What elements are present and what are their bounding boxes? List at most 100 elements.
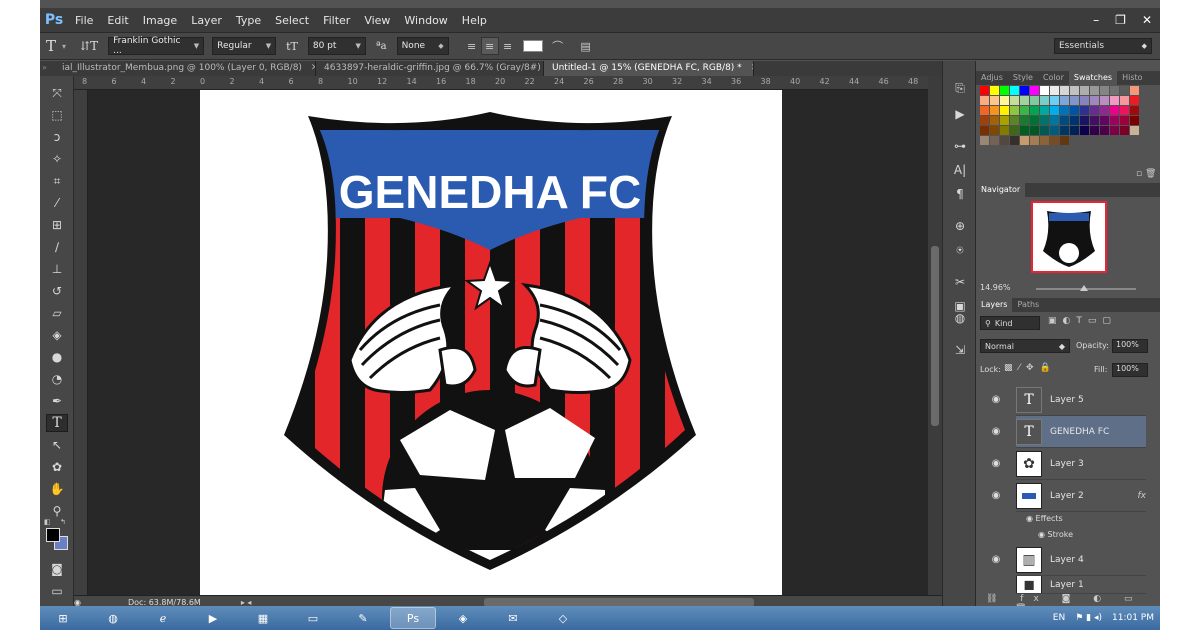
foreground-color-swatch[interactable]: [46, 528, 60, 542]
swatch[interactable]: [1030, 116, 1039, 125]
swatch[interactable]: [1000, 86, 1009, 95]
swatch[interactable]: [1050, 126, 1059, 135]
layer-kind-filter[interactable]: ⚲ Kind: [980, 316, 1040, 330]
swatch[interactable]: [1050, 106, 1059, 115]
swatch[interactable]: [1040, 136, 1049, 145]
swatch[interactable]: [990, 136, 999, 145]
minimize-button[interactable]: –: [1093, 13, 1099, 27]
glyphs-icon[interactable]: ⍟: [949, 241, 971, 259]
vertical-scrollbar[interactable]: [928, 76, 942, 596]
history-brush-tool-icon[interactable]: ↺: [46, 282, 68, 300]
layer-row-genedha-fc[interactable]: ◉ T GENEDHA FC: [992, 416, 1146, 448]
visibility-eye-icon[interactable]: ◉: [980, 384, 1012, 416]
swatch[interactable]: [1010, 86, 1019, 95]
slider-knob[interactable]: [1080, 285, 1088, 291]
font-size-select[interactable]: 80 pt ▼: [307, 37, 366, 55]
swatch[interactable]: [1090, 86, 1099, 95]
screen-mode-icon[interactable]: ▭: [46, 582, 68, 600]
swatch[interactable]: [1070, 106, 1079, 115]
calendar-taskbar-icon[interactable]: ▦: [240, 607, 286, 629]
tab-histogram[interactable]: Histo: [1117, 71, 1147, 85]
default-colors-icon[interactable]: ◧: [44, 518, 51, 526]
swatch[interactable]: [980, 96, 989, 105]
type-tool-icon[interactable]: T: [46, 414, 68, 432]
visibility-eye-icon[interactable]: ◉: [980, 448, 1012, 480]
swatch[interactable]: [1060, 96, 1069, 105]
tool-presets-icon[interactable]: ✂: [949, 273, 971, 291]
scrollbar-thumb[interactable]: [931, 246, 939, 426]
swatch[interactable]: [1030, 136, 1039, 145]
swatch[interactable]: [1000, 116, 1009, 125]
layer-row-layer-4[interactable]: ◉ ▥ Layer 4: [992, 544, 1146, 576]
hand-tool-icon[interactable]: ✋: [46, 480, 68, 498]
swatch[interactable]: [1090, 96, 1099, 105]
color-swatches[interactable]: ◧ ↰: [44, 518, 70, 550]
menu-view[interactable]: View: [357, 14, 397, 27]
swatch[interactable]: [1000, 106, 1009, 115]
visibility-eye-icon[interactable]: ◉: [980, 416, 1012, 448]
tab-color[interactable]: Color: [1038, 71, 1069, 85]
tab-styles[interactable]: Style: [1008, 71, 1038, 85]
swatch[interactable]: [1130, 126, 1139, 135]
layer-name[interactable]: Layer 1: [1050, 580, 1084, 590]
team-crest-logo[interactable]: GENEDHA FC: [200, 90, 782, 595]
swatch[interactable]: [1060, 136, 1069, 145]
lock-buttons[interactable]: ▩⁄✥🔒: [1004, 363, 1057, 373]
swatch[interactable]: [1020, 116, 1029, 125]
layer-row-layer-1[interactable]: ◉ ◼ Layer 1: [1016, 576, 1146, 594]
close-button[interactable]: ✕: [1142, 13, 1152, 27]
swatch[interactable]: [1040, 86, 1049, 95]
swatch[interactable]: [1010, 136, 1019, 145]
menu-filter[interactable]: Filter: [316, 14, 357, 27]
swatch[interactable]: [1090, 116, 1099, 125]
swatch[interactable]: [1090, 106, 1099, 115]
swatch[interactable]: [1000, 126, 1009, 135]
clone-source-icon[interactable]: ⊕: [949, 217, 971, 235]
swatch[interactable]: [1060, 106, 1069, 115]
layer-name[interactable]: Layer 5: [1050, 395, 1084, 405]
tab-illustrator-png[interactable]: ial_Illustrator_Membua.png @ 100% (Layer…: [54, 61, 316, 76]
swatch[interactable]: [1080, 126, 1089, 135]
toggle-orientation-icon[interactable]: ⇵T: [74, 39, 104, 53]
layer-stroke-row[interactable]: ◉ Stroke: [1038, 530, 1073, 539]
swatch[interactable]: [1040, 106, 1049, 115]
character-panel-icon[interactable]: ▤: [577, 37, 595, 55]
text-color-swatch[interactable]: [522, 40, 543, 52]
start-button[interactable]: ⊞: [40, 607, 86, 629]
ie-taskbar-icon[interactable]: ℯ: [140, 607, 186, 629]
swatch[interactable]: [1010, 96, 1019, 105]
swatch[interactable]: [1130, 96, 1139, 105]
swatch[interactable]: [1060, 126, 1069, 135]
swatch[interactable]: [1100, 86, 1109, 95]
layers-panel-footer[interactable]: ⛓ fx ◙ ◐ ▭ ▫ 🗑: [986, 594, 1156, 614]
align-right-button[interactable]: ≡: [499, 37, 517, 55]
tray-icons[interactable]: ⚑ ▮ ◂): [1075, 613, 1102, 623]
history-panel-icon[interactable]: ⎘: [949, 79, 971, 97]
tab-layers[interactable]: Layers: [976, 298, 1013, 312]
menu-edit[interactable]: Edit: [100, 14, 135, 27]
swatch[interactable]: [1060, 116, 1069, 125]
swatch[interactable]: [990, 126, 999, 135]
font-style-select[interactable]: Regular ▼: [212, 37, 277, 55]
swatch[interactable]: [1070, 86, 1079, 95]
app-taskbar-icon[interactable]: ◈: [440, 607, 486, 629]
swatch[interactable]: [990, 106, 999, 115]
swatch[interactable]: [1020, 126, 1029, 135]
swatch[interactable]: [1100, 126, 1109, 135]
layer-filter-buttons[interactable]: ▣◐T▭▢: [1048, 316, 1117, 326]
visibility-eye-icon[interactable]: ◉: [980, 544, 1012, 576]
layer-name[interactable]: Layer 2: [1050, 491, 1084, 501]
tab-untitled-1[interactable]: Untitled-1 @ 15% (GENEDHA FC, RGB/8) * ✕: [544, 61, 754, 76]
layer-name[interactable]: Layer 4: [1050, 555, 1084, 565]
close-icon[interactable]: ✕: [751, 63, 753, 73]
eyedropper-tool-icon[interactable]: ⁄: [46, 194, 68, 212]
lasso-tool-icon[interactable]: ↄ: [46, 128, 68, 146]
swatch[interactable]: [1040, 126, 1049, 135]
move-tool-icon[interactable]: ⤧: [46, 84, 68, 102]
type-tool-preset-icon[interactable]: T: [40, 37, 62, 55]
swatch[interactable]: [1050, 116, 1059, 125]
navigator-thumbnail[interactable]: [1031, 201, 1107, 273]
tab-navigator[interactable]: Navigator: [976, 183, 1026, 197]
blend-mode-select[interactable]: Normal ◆: [980, 339, 1070, 353]
app-taskbar-icon[interactable]: ✉: [490, 607, 536, 629]
